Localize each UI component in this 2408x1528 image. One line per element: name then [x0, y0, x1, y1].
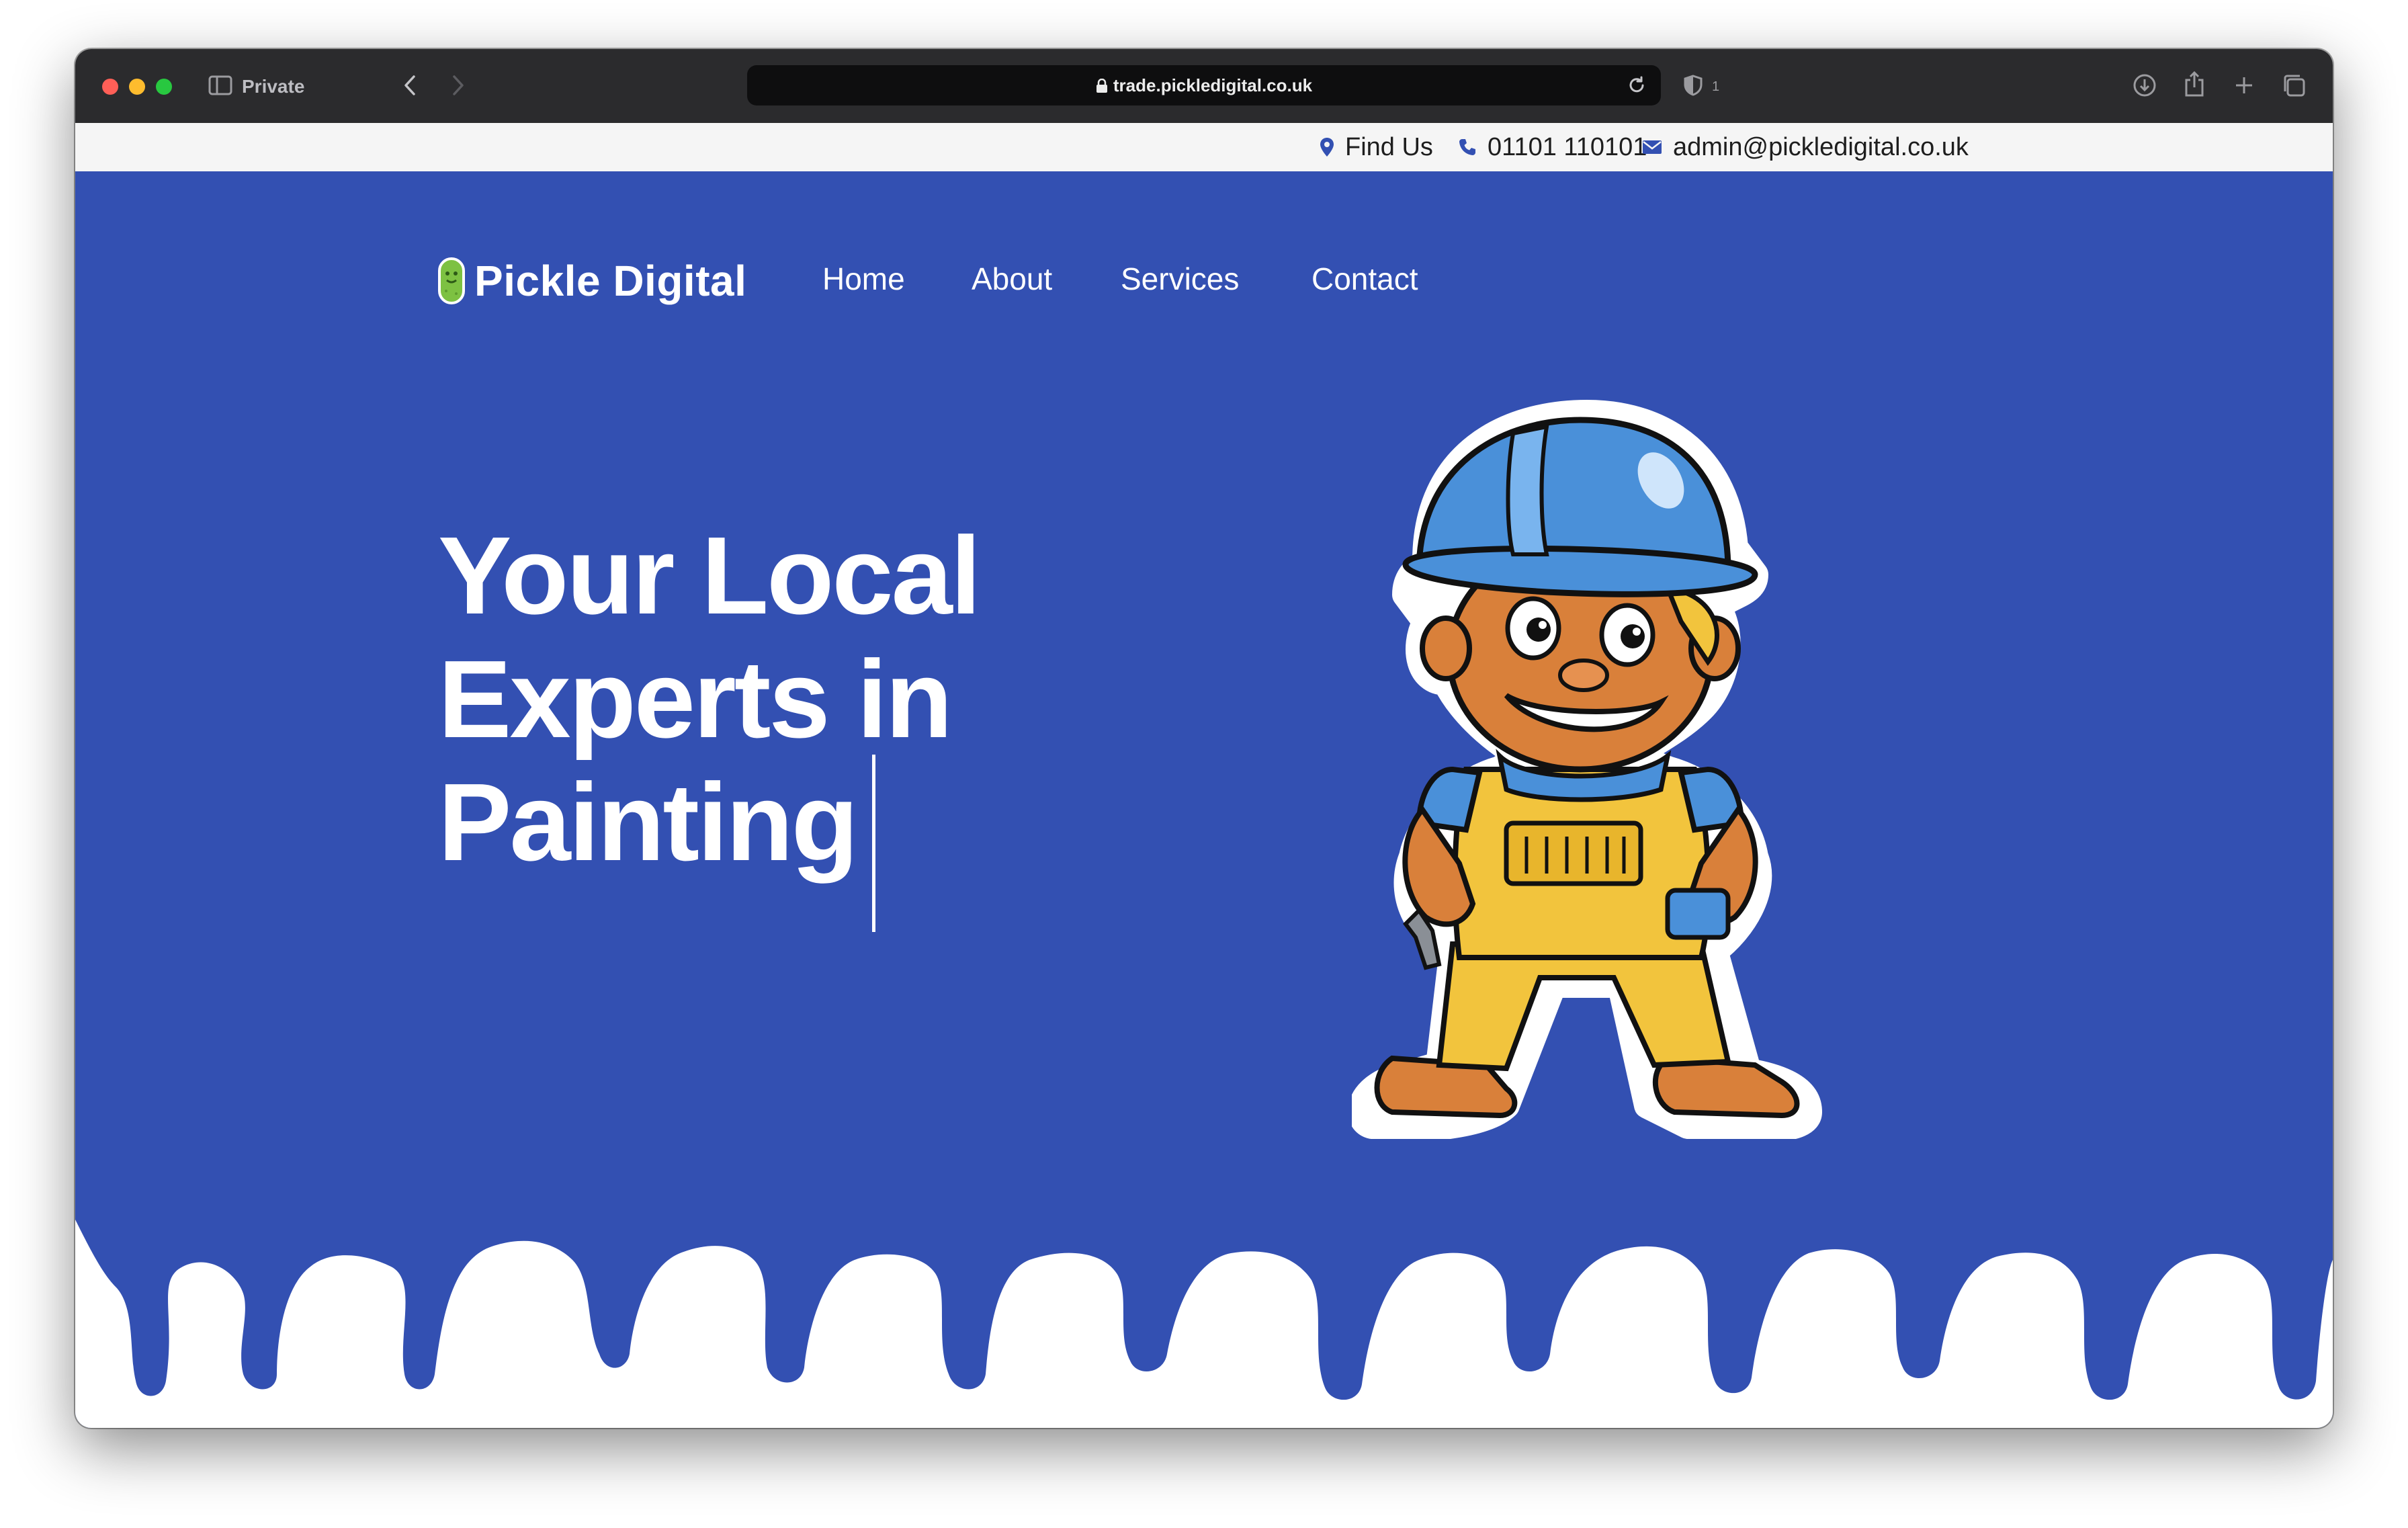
map-pin-icon	[1320, 138, 1334, 157]
private-mode-label: Private	[242, 76, 305, 97]
shield-count: 1	[1712, 79, 1720, 94]
new-tab-icon[interactable]	[2231, 72, 2258, 99]
headline-line-3: Painting	[438, 761, 859, 884]
logo-text: Pickle Digital	[474, 257, 747, 305]
browser-window: Private trade.pickledigital.co.uk 1 Find…	[75, 49, 2333, 1428]
sidebar-icon[interactable]	[207, 72, 234, 99]
find-us-label: Find Us	[1345, 132, 1433, 161]
url-display: trade.pickledigital.co.uk	[747, 65, 1661, 105]
phone-link[interactable]: 01101 110101	[1458, 123, 1647, 171]
hero-headline: Your Local Experts in Painting	[438, 514, 1177, 884]
phone-number: 01101 110101	[1488, 132, 1647, 161]
phone-icon	[1459, 139, 1475, 155]
nav-contact[interactable]: Contact	[1312, 252, 1418, 306]
envelope-icon	[1643, 140, 1662, 154]
address-bar[interactable]: trade.pickledigital.co.uk	[747, 65, 1661, 105]
typing-caret	[872, 755, 875, 932]
email-link[interactable]: admin@pickledigital.co.uk	[1642, 123, 1969, 171]
nav-about[interactable]: About	[972, 252, 1052, 306]
zoom-window-button[interactable]	[156, 79, 172, 95]
site-logo[interactable]: Pickle Digital	[437, 251, 746, 311]
pickle-logo-icon	[438, 257, 465, 304]
forward-icon[interactable]	[445, 72, 472, 99]
back-icon[interactable]	[396, 72, 423, 99]
hero-section: Pickle Digital Home About Services Conta…	[75, 171, 2333, 1428]
download-icon[interactable]	[2131, 72, 2158, 99]
minimize-window-button[interactable]	[129, 79, 145, 95]
browser-toolbar: Private trade.pickledigital.co.uk 1	[75, 49, 2333, 123]
email-address: admin@pickledigital.co.uk	[1673, 132, 1969, 161]
painter-mascot-illustration	[1352, 400, 1822, 1139]
share-icon[interactable]	[2181, 69, 2208, 99]
lock-icon	[1096, 78, 1107, 93]
url-text: trade.pickledigital.co.uk	[1113, 75, 1313, 95]
find-us-link[interactable]: Find Us	[1320, 123, 1433, 171]
contact-bar: Find Us 01101 110101 admin@pickledigital…	[75, 123, 2333, 172]
shield-icon[interactable]	[1680, 72, 1707, 99]
reload-icon[interactable]	[1625, 73, 1649, 97]
close-window-button[interactable]	[102, 79, 118, 95]
headline-line-2: Experts in	[438, 637, 953, 761]
paint-drip-border	[75, 1220, 2333, 1428]
tabs-overview-icon[interactable]	[2280, 72, 2307, 99]
nav-services[interactable]: Services	[1121, 252, 1239, 306]
headline-line-1: Your Local	[438, 514, 981, 637]
nav-home[interactable]: Home	[822, 252, 905, 306]
